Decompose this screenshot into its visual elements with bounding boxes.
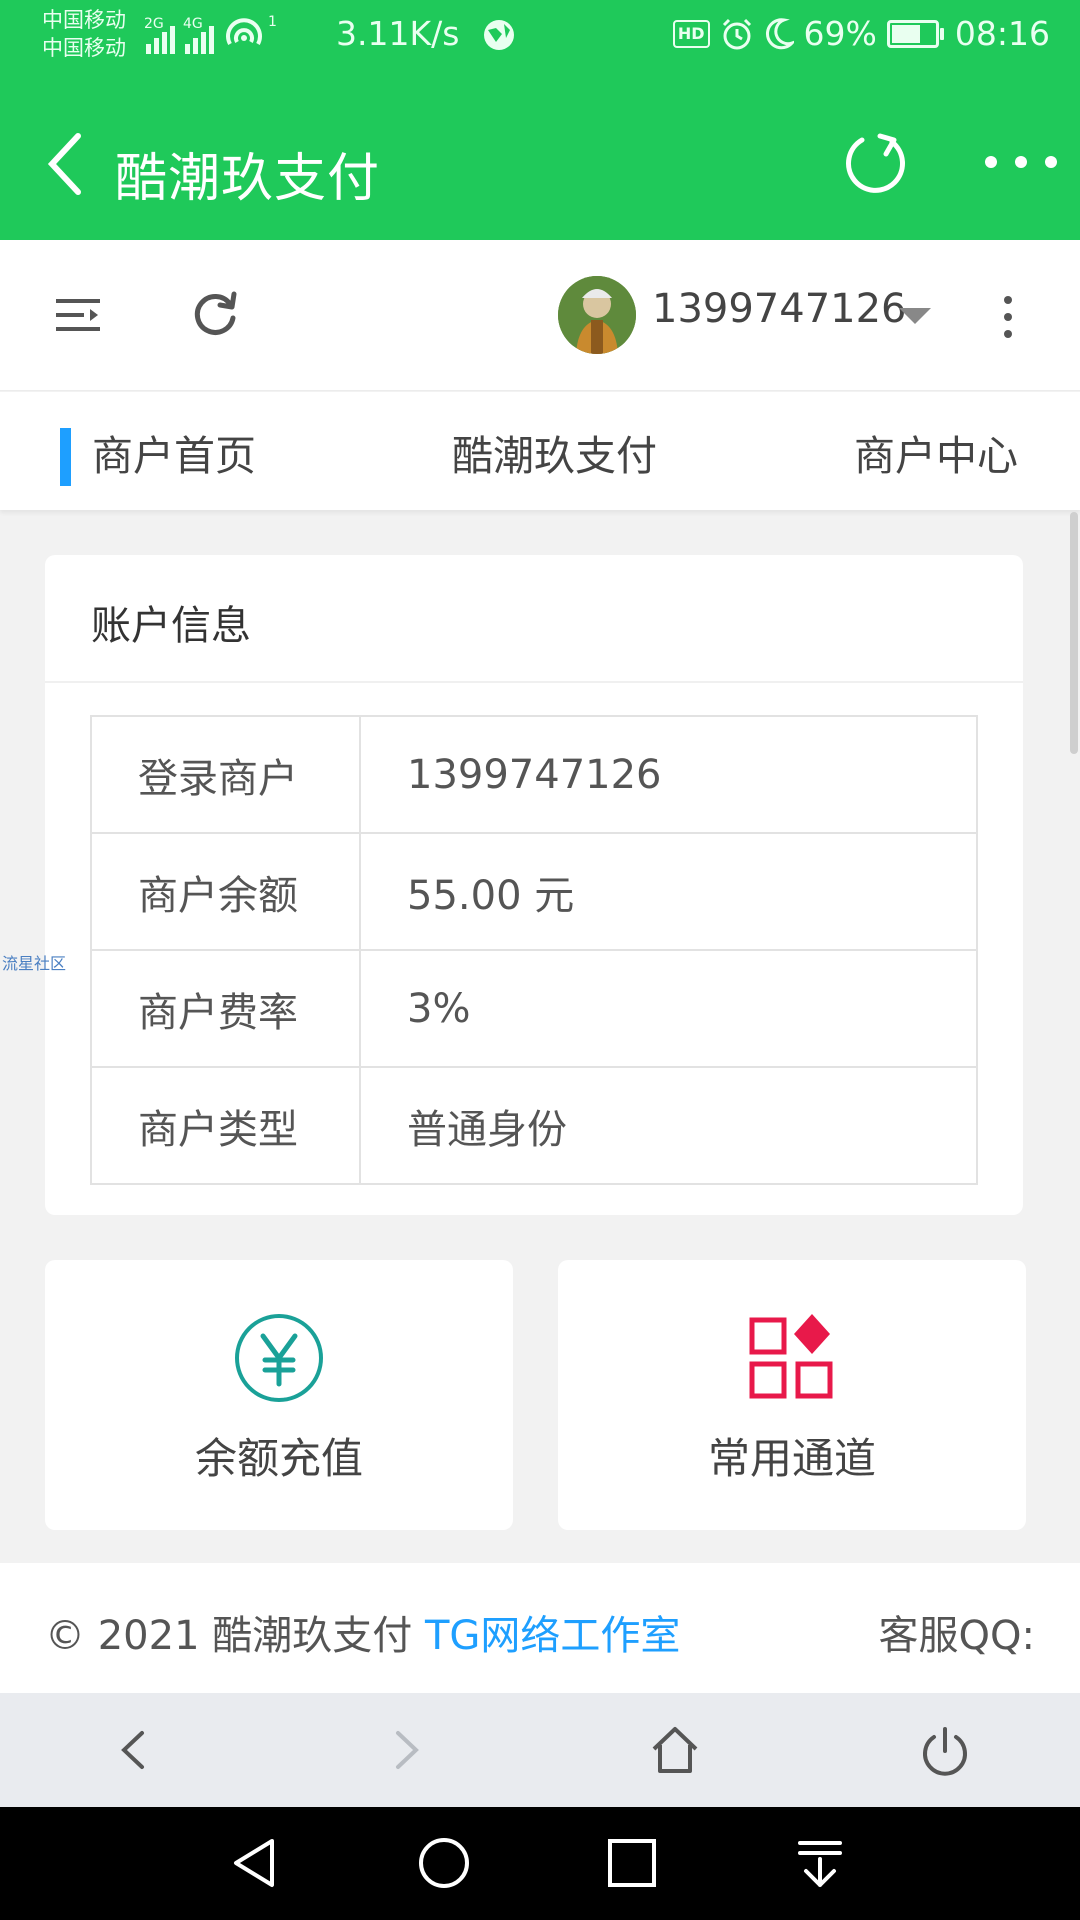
table-row: 商户余额 55.00 元 (90, 832, 978, 951)
nav-home-icon[interactable] (416, 1835, 472, 1891)
tab-payment[interactable]: 酷潮玖支付 (452, 422, 657, 482)
hd-badge: HD (672, 19, 710, 48)
signal-2g-icon: 2G (144, 16, 175, 54)
vpn-globe-icon (484, 20, 514, 50)
card-header: 账户信息 (45, 555, 1023, 683)
forward-icon[interactable] (378, 1723, 432, 1777)
row-key: 登录商户 (90, 715, 361, 834)
browser-nav-bar (0, 1693, 1080, 1807)
row-value: 55.00 元 (359, 832, 978, 951)
studio-link[interactable]: TG网络工作室 (425, 1613, 680, 1659)
hotspot-count: 1 (268, 14, 277, 30)
tab-merchant-center[interactable]: 商户中心 (854, 422, 1018, 482)
recharge-tile[interactable]: 余额充值 (45, 1260, 513, 1530)
row-value: 1399747126 (359, 715, 978, 834)
nav-back-icon[interactable] (228, 1835, 284, 1891)
avatar[interactable] (558, 276, 636, 354)
more-horizontal-icon[interactable] (985, 156, 1057, 168)
hotspot-icon (226, 18, 262, 45)
net-speed: 3.11K/s (336, 14, 460, 53)
tab-merchant-home[interactable]: 商户首页 (60, 422, 256, 486)
nav-notification-icon[interactable] (792, 1835, 848, 1891)
copyright: © 2021 酷潮玖支付 TG网络工作室 (45, 1603, 680, 1661)
account-info-card: 账户信息 登录商户 1399747126 商户余额 55.00 元 商户费率 3… (45, 555, 1023, 1215)
watermark: 流星社区 (2, 954, 67, 973)
chevron-down-icon[interactable] (899, 308, 931, 324)
channels-tile[interactable]: 常用通道 (558, 1260, 1026, 1530)
row-value: 3% (359, 949, 978, 1068)
row-value: 普通身份 (359, 1066, 978, 1185)
back-icon[interactable] (108, 1723, 162, 1777)
moon-icon (765, 17, 794, 49)
apps-grid-icon (749, 1314, 833, 1399)
menu-collapse-icon[interactable] (56, 295, 102, 335)
reload-icon[interactable] (840, 128, 914, 202)
web-header: 1399747126 (0, 240, 1080, 391)
service-qq: 客服QQ: (878, 1613, 1035, 1659)
nav-recents-icon[interactable] (604, 1835, 660, 1891)
footer: © 2021 酷潮玖支付 TG网络工作室 客服QQ: (0, 1563, 1080, 1693)
table-row: 登录商户 1399747126 (90, 715, 978, 834)
more-vertical-icon[interactable] (1004, 296, 1012, 338)
account-info-table: 登录商户 1399747126 商户余额 55.00 元 商户费率 3% 商户类… (90, 715, 978, 1185)
scrollbar[interactable] (1070, 512, 1078, 754)
system-nav-bar (0, 1807, 1080, 1920)
recharge-label: 余额充值 (194, 1434, 363, 1483)
app-title: 酷潮玖支付 (115, 149, 381, 209)
row-key: 商户费率 (90, 949, 361, 1068)
username[interactable]: 1399747126 (652, 286, 907, 332)
row-key: 商户余额 (90, 832, 361, 951)
clock: 08:16 (954, 14, 1050, 53)
channels-label: 常用通道 (707, 1434, 876, 1483)
chevron-left-icon[interactable] (42, 130, 102, 198)
carrier-2: 中国移动 (42, 36, 126, 60)
copyright-text: © 2021 酷潮玖支付 (45, 1613, 425, 1659)
signal-4g-icon: 4G (183, 16, 214, 54)
status-bar: 中国移动 中国移动 2G 4G 1 3.11K/s HD 69% 08:16 (0, 0, 1080, 78)
table-row: 商户类型 普通身份 (90, 1066, 978, 1185)
tab-bar: 商户首页 酷潮玖支付 商户中心 (0, 392, 1080, 510)
app-header: 酷潮玖支付 (0, 78, 1080, 240)
carrier-1: 中国移动 (42, 8, 126, 32)
battery-percent: 69% (803, 14, 877, 53)
card-title: 账户信息 (91, 603, 251, 649)
carrier-info: 中国移动 中国移动 (42, 6, 126, 62)
table-row: 商户费率 3% (90, 949, 978, 1068)
row-key: 商户类型 (90, 1066, 361, 1185)
battery-icon (886, 19, 944, 48)
home-icon[interactable] (648, 1723, 702, 1777)
alarm-icon (722, 18, 751, 49)
yen-circle-icon (235, 1314, 323, 1402)
power-icon[interactable] (918, 1723, 972, 1777)
refresh-icon[interactable] (190, 290, 240, 340)
